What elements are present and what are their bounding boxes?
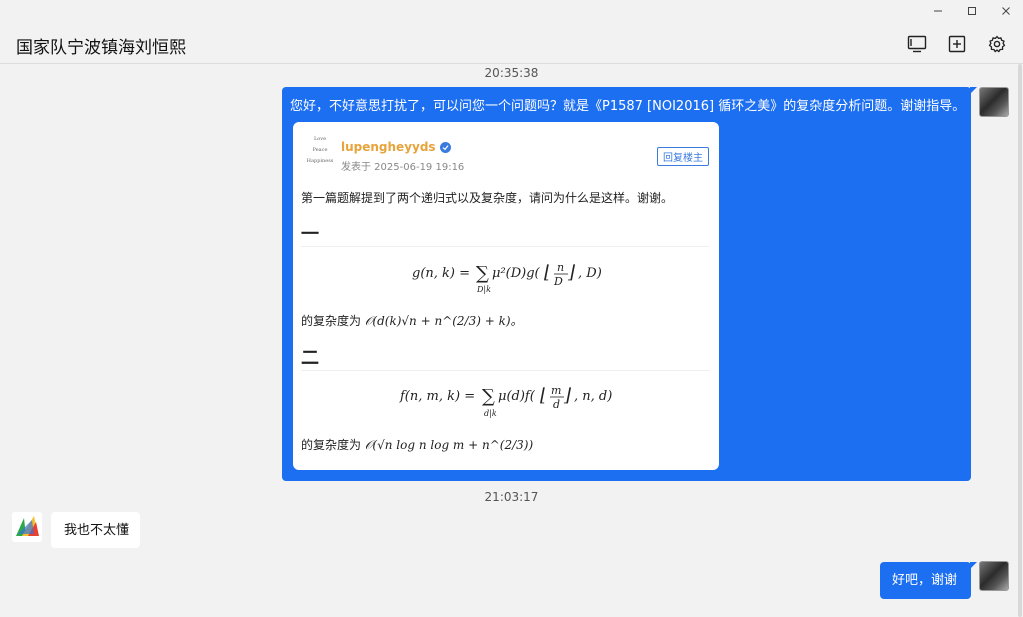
svg-text:D|k: D|k: [476, 285, 491, 294]
verified-icon: [439, 141, 451, 153]
minimize-icon: [934, 10, 942, 12]
svg-text:f(n, m, k) =: f(n, m, k) =: [399, 389, 475, 404]
chat-title: 国家队宁波镇海刘恒熙: [16, 38, 186, 58]
complexity-formula: 𝒪(√n log n log m + n^(2/3)): [364, 438, 534, 452]
svg-text:d|k: d|k: [484, 409, 497, 418]
message-timestamp: 20:35:38: [484, 66, 539, 80]
svg-text:m: m: [551, 384, 561, 397]
card-avatar-line: Peace: [312, 147, 328, 153]
complexity-line-2: 的复杂度为 𝒪(√n log n log m + n^(2/3)): [301, 436, 533, 453]
self-avatar[interactable]: [979, 87, 1009, 117]
close-icon: [1002, 7, 1010, 15]
svg-text:, D): , D): [578, 266, 602, 281]
formula-2-render: f(n, m, k) = ∑ d|k μ(d)f( ⌊ m d ⌋ , n, d…: [399, 384, 612, 418]
message-bubble-self[interactable]: 好吧，谢谢: [880, 562, 977, 599]
message-bubble-self[interactable]: 您好，不好意思打扰了，可以问您一个问题吗？就是《P1587 [NOI2016] …: [282, 87, 977, 481]
chat-header: 国家队宁波镇海刘恒熙: [0, 22, 1023, 64]
svg-text:∑: ∑: [482, 386, 495, 407]
svg-text:⌊: ⌊: [544, 262, 551, 283]
card-date: 发表于 2025-06-19 19:16: [341, 162, 465, 173]
svg-text:d: d: [553, 398, 560, 411]
screen-share-button[interactable]: [905, 32, 929, 56]
svg-text:⌋: ⌋: [567, 262, 576, 283]
svg-text:, n, d): , n, d): [574, 389, 612, 404]
formula-1-render: g(n, k) = ∑ D|k μ²(D)g( ⌊ n D ⌋ , D): [412, 261, 602, 294]
svg-text:μ²(D)g(: μ²(D)g(: [492, 266, 541, 281]
minimize-button[interactable]: [921, 0, 955, 22]
card-avatar-line: Happiness: [306, 158, 334, 164]
scrollbar-thumb[interactable]: [1018, 64, 1022, 617]
contact-avatar-image: [12, 512, 42, 542]
gear-icon: [988, 35, 1006, 53]
screen-share-icon: [907, 35, 927, 53]
svg-text:D: D: [553, 275, 563, 288]
section-heading-2: 二: [301, 348, 319, 369]
message-text: 我也不太懂: [64, 523, 130, 538]
complexity-line-1: 的复杂度为 𝒪(d(k)√n + n^(2/3) + k)。: [301, 312, 523, 329]
formula-1: g(n, k) = ∑ D|k μ²(D)g( ⌊ n D ⌋ , D): [293, 257, 719, 297]
reply-op-button[interactable]: 回复楼主: [657, 147, 709, 166]
formula-2: f(n, m, k) = ∑ d|k μ(d)f( ⌊ m d ⌋ , n, d…: [293, 380, 719, 422]
divider: [301, 246, 709, 247]
add-square-icon: [948, 35, 966, 53]
forum-post-card[interactable]: Love Peace Happiness lupengheyyds 发表于 20…: [293, 122, 719, 470]
section-heading-1: 一: [301, 224, 319, 245]
settings-button[interactable]: [985, 32, 1009, 56]
message-bubble-other[interactable]: 我也不太懂: [51, 512, 140, 548]
card-username-text: lupengheyyds: [341, 140, 436, 154]
bubble-tail: [970, 562, 977, 569]
svg-text:∑: ∑: [476, 263, 489, 284]
svg-text:⌊: ⌊: [540, 385, 547, 406]
contact-avatar[interactable]: [12, 512, 42, 542]
message-timestamp: 21:03:17: [484, 490, 539, 504]
maximize-button[interactable]: [955, 0, 989, 22]
divider: [301, 370, 709, 371]
svg-text:g(n, k) =: g(n, k) =: [412, 266, 470, 281]
svg-text:μ(d)f(: μ(d)f(: [498, 389, 536, 404]
maximize-icon: [968, 7, 976, 15]
complexity-prefix: 的复杂度为: [301, 438, 362, 452]
bubble-tail: [970, 87, 977, 94]
window-controls: [921, 0, 1023, 22]
header-actions: [905, 32, 1009, 56]
svg-text:⌋: ⌋: [563, 385, 572, 406]
complexity-prefix: 的复杂度为: [301, 314, 362, 328]
self-avatar[interactable]: [979, 561, 1009, 591]
card-avatar: Love Peace Happiness: [305, 134, 335, 170]
message-text: 您好，不好意思打扰了，可以问您一个问题吗？就是《P1587 [NOI2016] …: [290, 99, 966, 114]
svg-text:n: n: [557, 261, 564, 274]
card-description: 第一篇题解提到了两个递归式以及复杂度，请问为什么是这样。谢谢。: [301, 191, 674, 205]
card-username: lupengheyyds: [341, 140, 451, 154]
add-button[interactable]: [945, 32, 969, 56]
card-avatar-line: Love: [313, 136, 327, 142]
close-button[interactable]: [989, 0, 1023, 22]
message-text: 好吧，谢谢: [892, 573, 958, 588]
complexity-formula: 𝒪(d(k)√n + n^(2/3) + k)。: [364, 314, 523, 328]
